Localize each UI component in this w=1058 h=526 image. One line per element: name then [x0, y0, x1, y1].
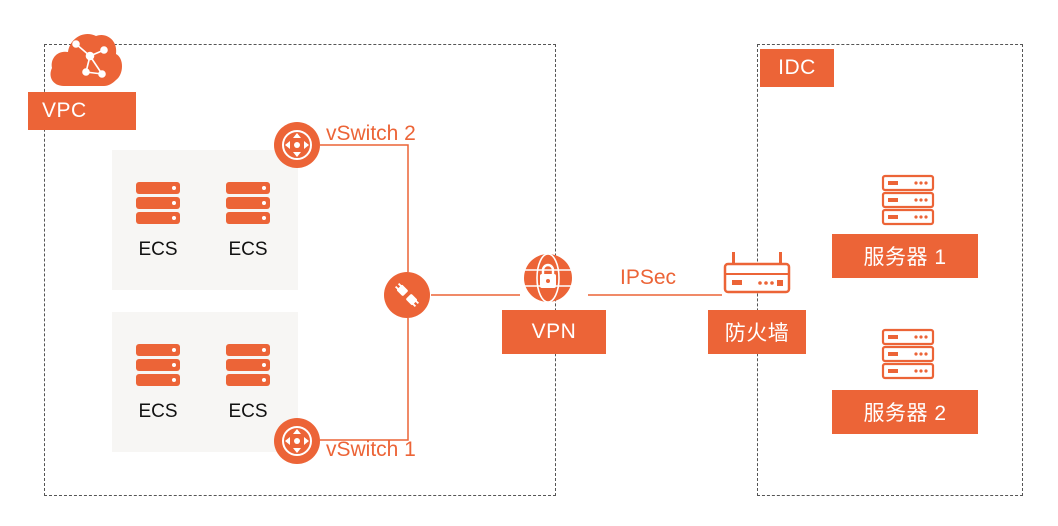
vswitch-2-label: vSwitch 2 — [326, 122, 416, 145]
network-diagram: VPC ECS ECS ECS ECS vSwitch 2 vSwitch 1 … — [0, 0, 1058, 526]
vswitch-2-node[interactable] — [274, 122, 320, 168]
server-1-label: 服务器 1 — [832, 234, 978, 278]
vswitch-1-node[interactable] — [274, 418, 320, 464]
vswitch-1-label: vSwitch 1 — [326, 438, 416, 461]
ecs-label: ECS — [138, 239, 178, 260]
vswitch-icon — [282, 426, 312, 456]
server-2-label: 服务器 2 — [832, 390, 978, 434]
cloud-icon — [50, 33, 122, 86]
ecs-label: ECS — [228, 239, 268, 260]
firewall-label: 防火墙 — [708, 310, 806, 354]
ecs-instance[interactable]: ECS — [222, 182, 274, 261]
server-stack-icon[interactable] — [880, 174, 936, 228]
vpc-label: VPC — [28, 92, 136, 130]
server-stack-icon — [136, 182, 180, 224]
ecs-instance[interactable]: ECS — [132, 344, 184, 423]
vswitch-icon — [282, 130, 312, 160]
ecs-label: ECS — [138, 401, 178, 422]
server-stack-icon — [226, 344, 270, 386]
firewall-device-icon[interactable] — [722, 250, 792, 296]
ipsec-label: IPSec — [620, 266, 677, 289]
server-stack-icon — [226, 182, 270, 224]
vpn-label: VPN — [502, 310, 606, 354]
server-stack-icon — [136, 344, 180, 386]
ecs-group-bottom: ECS ECS — [112, 312, 298, 452]
ecs-label: ECS — [228, 401, 268, 422]
ecs-instance[interactable]: ECS — [132, 182, 184, 261]
ecs-group-top: ECS ECS — [112, 150, 298, 290]
vrouter-node[interactable] — [384, 272, 430, 318]
vpn-globe-lock-icon[interactable] — [520, 250, 580, 306]
ecs-instance[interactable]: ECS — [222, 344, 274, 423]
idc-label: IDC — [760, 49, 834, 87]
server-stack-icon[interactable] — [880, 328, 936, 382]
router-plug-icon — [394, 282, 420, 308]
